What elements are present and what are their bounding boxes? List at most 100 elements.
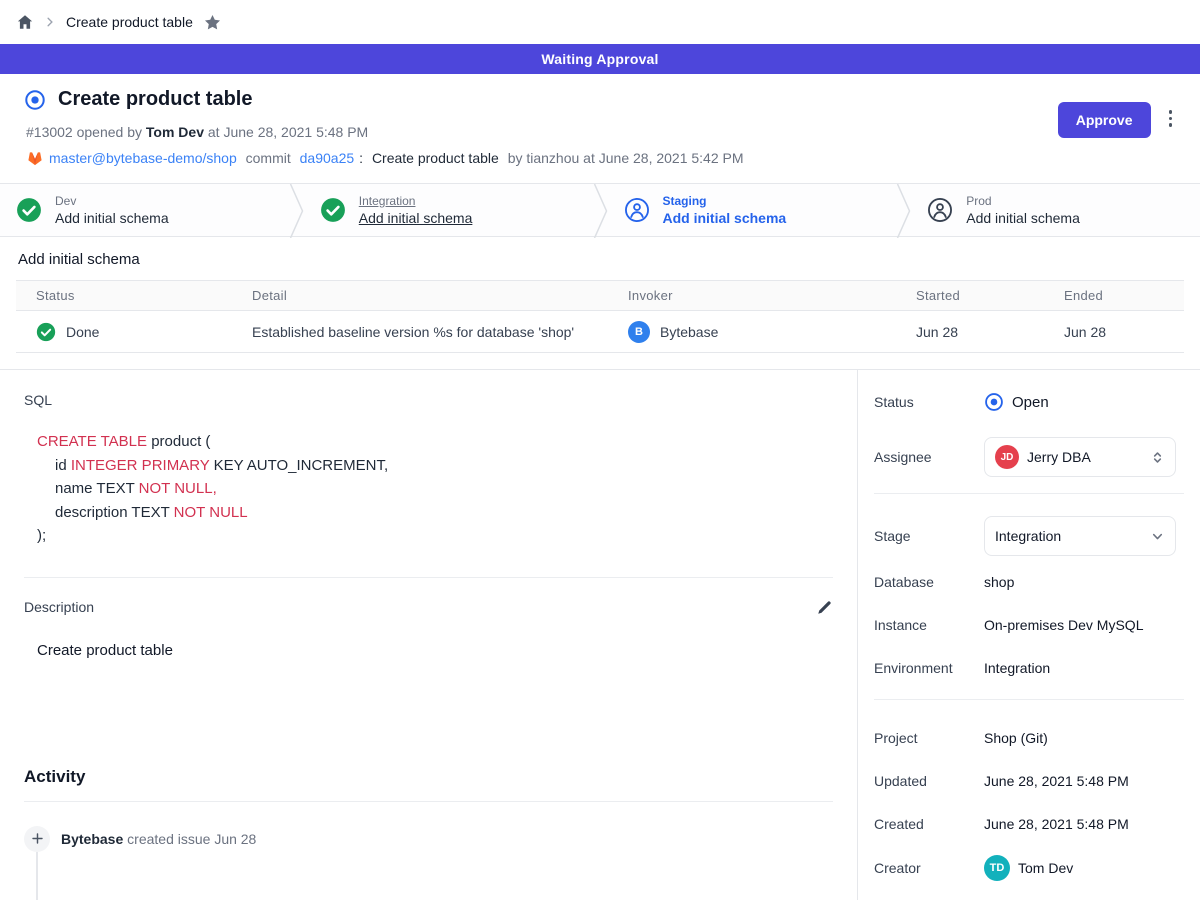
sidebar-row-assignee: Assignee JD Jerry DBA (874, 437, 1184, 477)
creator-value: TD Tom Dev (984, 855, 1073, 881)
description-text: Create product table (37, 642, 833, 659)
gitlab-icon (26, 149, 44, 167)
database-label: Database (874, 574, 984, 590)
sql-keyword: NOT NULL, (139, 480, 217, 497)
sql-statement: CREATE TABLE product ( id INTEGER PRIMAR… (37, 430, 833, 548)
activity-author: Bytebase (61, 831, 123, 847)
branch-repo-link[interactable]: master@bytebase-demo/shop (49, 150, 237, 166)
stage-done-icon (320, 197, 346, 223)
stage-dev[interactable]: Dev Add initial schema (0, 184, 289, 236)
sidebar-row-stage: Stage Integration (874, 516, 1184, 556)
activity-action: created issue Jun 28 (123, 831, 256, 847)
sidebar-row-database: Database shop (874, 570, 1184, 594)
sql-text: ); (37, 527, 46, 544)
issue-meta-prefix: #13002 opened by (26, 124, 146, 140)
description-label: Description (24, 599, 94, 615)
breadcrumb-current[interactable]: Create product table (66, 14, 193, 30)
issue-sidebar: Status Open Assignee JD Jerry DBA (858, 370, 1200, 900)
stage-staging[interactable]: Staging Add initial schema (608, 184, 897, 236)
created-label: Created (874, 816, 984, 832)
approve-button[interactable]: Approve (1058, 102, 1151, 138)
commit-separator: : (359, 150, 367, 166)
commit-hash-link[interactable]: da90a25 (300, 150, 355, 166)
stage-env-label: Staging (663, 194, 787, 208)
col-invoker: Invoker (628, 288, 916, 303)
assignee-select[interactable]: JD Jerry DBA (984, 437, 1176, 477)
commit-info: master@bytebase-demo/shop commit da90a25… (26, 149, 744, 167)
task-section-title: Add initial schema (18, 251, 1184, 268)
instance-label: Instance (874, 617, 984, 633)
task-status-text: Done (66, 324, 99, 340)
sidebar-row-instance: Instance On-premises Dev MySQL (874, 613, 1184, 637)
issue-main-panel: SQL CREATE TABLE product ( id INTEGER PR… (0, 370, 858, 900)
sql-keyword: CREATE TABLE (37, 433, 147, 450)
stage-pipeline: Dev Add initial schema Integration Add i… (0, 183, 1200, 237)
commit-byline: by tianzhou at June 28, 2021 5:42 PM (504, 150, 744, 166)
stage-prod[interactable]: Prod Add initial schema (911, 184, 1200, 236)
stage-env-label: Prod (966, 194, 1080, 208)
stage-env-label: Dev (55, 194, 169, 208)
chevron-down-icon (1150, 529, 1165, 544)
status-label: Status (874, 394, 984, 410)
breadcrumb: Create product table (0, 0, 1200, 44)
stage-separator-icon (289, 184, 304, 238)
approval-banner: Waiting Approval (0, 44, 1200, 74)
home-icon[interactable] (16, 13, 34, 31)
activity-entry: Bytebase created issue Jun 28 (24, 826, 833, 852)
updown-chevron-icon (1150, 450, 1165, 465)
stage-person-icon (624, 197, 650, 223)
created-value: June 28, 2021 5:48 PM (984, 816, 1129, 832)
environment-label: Environment (874, 660, 984, 676)
sidebar-row-status: Status Open (874, 390, 1184, 414)
favorite-star-icon[interactable] (203, 13, 222, 32)
sidebar-row-updated: Updated June 28, 2021 5:48 PM (874, 769, 1184, 793)
sql-text: product ( (147, 433, 210, 450)
activity-timeline-line (36, 852, 38, 900)
done-check-icon (36, 322, 56, 342)
edit-pencil-icon[interactable] (816, 599, 833, 616)
stage-task-label: Add initial schema (966, 210, 1080, 226)
sql-keyword: NOT NULL (174, 504, 248, 521)
col-detail: Detail (252, 288, 628, 303)
project-value[interactable]: Shop (Git) (984, 730, 1048, 746)
instance-value: On-premises Dev MySQL (984, 617, 1143, 633)
sidebar-row-creator: Creator TD Tom Dev (874, 855, 1184, 881)
breadcrumb-chevron-icon (44, 16, 56, 28)
sql-text: id (55, 457, 71, 474)
database-value: shop (984, 574, 1014, 590)
sidebar-row-created: Created June 28, 2021 5:48 PM (874, 812, 1184, 836)
table-row[interactable]: Done Established baseline version %s for… (16, 311, 1184, 352)
assignee-avatar: JD (995, 445, 1019, 469)
task-ended-cell: Jun 28 (1064, 324, 1184, 340)
stage-task-label: Add initial schema (359, 210, 473, 226)
creator-name: Tom Dev (1018, 860, 1073, 876)
more-actions-button[interactable] (1165, 102, 1177, 135)
task-table: Status Detail Invoker Started Ended Done… (16, 280, 1184, 353)
task-started-cell: Jun 28 (916, 324, 1064, 340)
issue-title: Create product table (58, 88, 252, 111)
stage-separator-icon (593, 184, 608, 238)
sidebar-row-project: Project Shop (Git) (874, 726, 1184, 750)
status-value: Open (984, 392, 1049, 412)
sidebar-row-environment: Environment Integration (874, 656, 1184, 680)
environment-value: Integration (984, 660, 1050, 676)
sql-text: name TEXT (55, 480, 139, 497)
task-invoker-cell: B Bytebase (628, 321, 916, 343)
invoker-name: Bytebase (660, 324, 718, 340)
commit-word: commit (242, 150, 295, 166)
status-text: Open (1012, 394, 1049, 411)
stage-label: Stage (874, 528, 984, 544)
creator-avatar: TD (984, 855, 1010, 881)
commit-message: Create product table (372, 150, 499, 166)
issue-meta: #13002 opened by Tom Dev at June 28, 202… (26, 124, 744, 140)
assignee-label: Assignee (874, 449, 984, 465)
creator-label: Creator (874, 860, 984, 876)
stage-separator-icon (896, 184, 911, 238)
activity-title: Activity (24, 767, 833, 787)
stage-integration[interactable]: Integration Add initial schema (304, 184, 593, 236)
issue-open-status-icon (24, 89, 46, 111)
task-status-cell: Done (36, 322, 252, 342)
stage-select[interactable]: Integration (984, 516, 1176, 556)
stage-value: Integration (995, 528, 1142, 544)
sql-text: KEY AUTO_INCREMENT, (209, 457, 388, 474)
